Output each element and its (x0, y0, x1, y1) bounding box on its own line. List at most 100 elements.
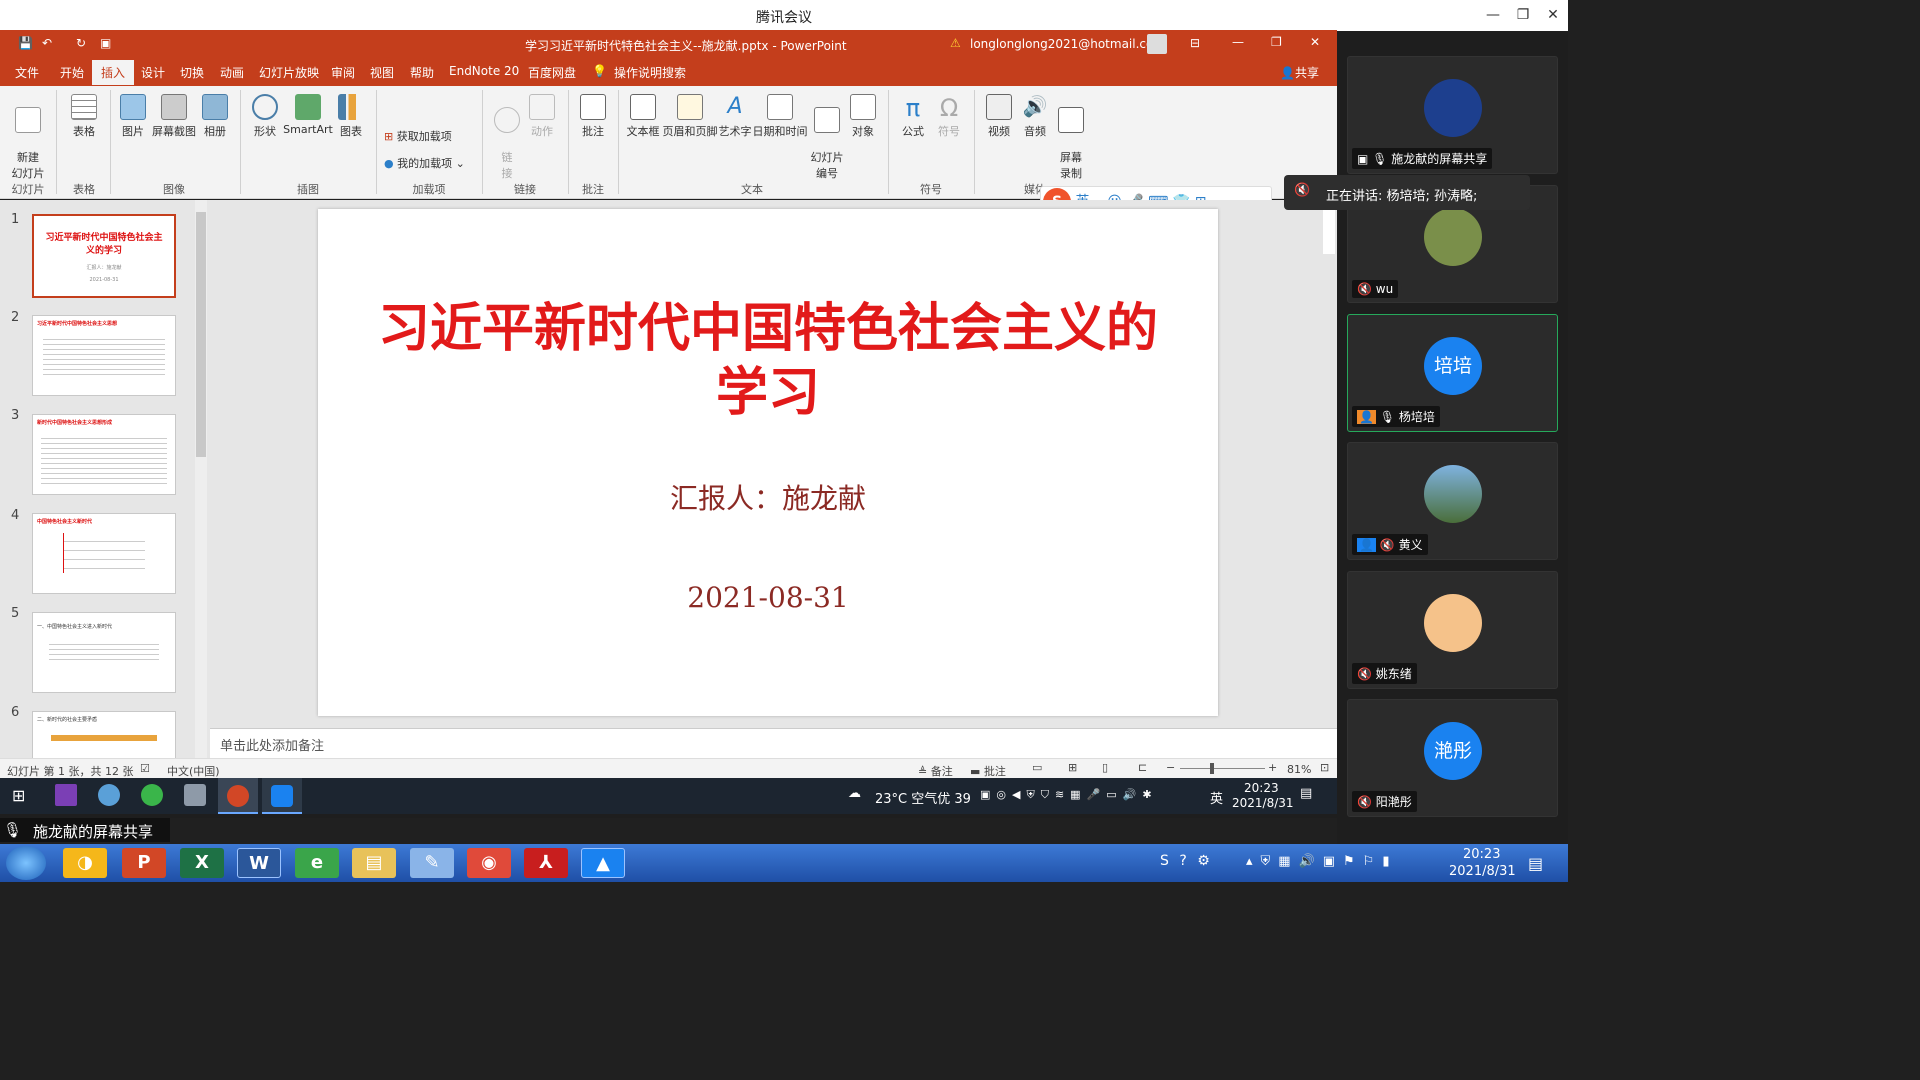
thumbnail-1[interactable]: 习近平新时代中国特色社会主义的学习 汇报人：施龙献 2021-08-31 (32, 214, 176, 298)
new-slide-button[interactable]: 新建 幻灯片 (6, 94, 50, 181)
picture-button[interactable]: 图片 (116, 94, 150, 139)
thumbnail-3[interactable]: 新时代中国特色社会主义思想形成 (32, 414, 176, 495)
current-slide[interactable]: 习近平新时代中国特色社会主义的学习 汇报人：施龙献 2021-08-31 (318, 209, 1218, 716)
smartart-button[interactable]: SmartArt (282, 94, 334, 136)
shapes-button[interactable]: 形状 (248, 94, 282, 139)
restore-button[interactable]: ❐ (1511, 4, 1535, 26)
header-footer-button[interactable]: 页眉和页脚 (662, 94, 718, 139)
action-button[interactable]: 动作 (526, 94, 558, 139)
notes-toggle[interactable]: ≜ 备注 (918, 763, 953, 779)
save-icon[interactable]: 💾 (18, 36, 33, 50)
object-button[interactable]: 对象 (846, 94, 880, 139)
start-show-icon[interactable]: ▣ (100, 36, 111, 50)
thumbnail-scrollbar[interactable] (195, 200, 207, 758)
powerpoint-icon[interactable]: P (122, 848, 166, 878)
close-button[interactable]: ✕ (1541, 4, 1565, 26)
notes-pane[interactable]: 单击此处添加备注 (210, 728, 1337, 758)
tab-review[interactable]: 审阅 (331, 64, 355, 81)
app-icon[interactable]: ◑ (63, 848, 107, 878)
host-clock-date[interactable]: 2021/8/31 (1449, 864, 1516, 879)
my-addins-button[interactable]: ● 我的加载项 ⌄ (384, 155, 465, 171)
word-icon[interactable]: W (237, 848, 281, 878)
powerpoint-taskbar-button[interactable] (218, 778, 258, 814)
account-avatar[interactable] (1147, 34, 1167, 54)
tell-me-search[interactable]: 操作说明搜索 (614, 64, 686, 81)
app-icon[interactable] (98, 784, 120, 806)
screen-record-button[interactable]: 屏幕 录制 (1054, 94, 1088, 181)
guest-clock-date[interactable]: 2021/8/31 (1232, 796, 1294, 810)
spellcheck-icon[interactable]: ☑ (140, 762, 150, 775)
meeting-taskbar-button[interactable] (262, 778, 302, 814)
onenote-icon[interactable] (55, 784, 77, 806)
participant-tile[interactable]: 滟彤 🔇 阳滟彤 (1347, 699, 1558, 817)
chrome-icon[interactable]: ◉ (467, 848, 511, 878)
chart-button[interactable]: 图表 (334, 94, 368, 139)
zoom-out-icon[interactable]: − (1166, 761, 1175, 774)
album-button[interactable]: 相册 (198, 94, 232, 139)
ppt-close-icon[interactable]: ✕ (1310, 35, 1320, 49)
textbox-button[interactable]: 文本框 (624, 94, 662, 139)
host-tray-icons[interactable]: S ? ⚙ (1160, 853, 1213, 869)
weather-text[interactable]: 23°C 空气优 39 (875, 788, 971, 807)
ppt-restore-icon[interactable]: ❐ (1271, 35, 1282, 49)
tab-animations[interactable]: 动画 (220, 64, 244, 81)
get-addins-button[interactable]: ⊞ 获取加载项 (384, 128, 452, 144)
thumbnail-5[interactable]: 一、中国特色社会主义进入新时代 (32, 612, 176, 693)
datetime-button[interactable]: 日期和时间 (752, 94, 808, 139)
zoom-slider[interactable] (1180, 768, 1265, 769)
windows7-start-button[interactable] (6, 846, 46, 880)
windows-start-icon[interactable]: ⊞ (12, 786, 25, 805)
meeting-icon[interactable]: ▲ (581, 848, 625, 878)
account-email[interactable]: longlonglong2021@hotmail.com (970, 37, 1165, 51)
undo-icon[interactable]: ↶ (42, 36, 52, 50)
thumbnail-4[interactable]: 中国特色社会主义新时代 (32, 513, 176, 594)
folder-icon[interactable]: ▤ (352, 848, 396, 878)
screenshot-button[interactable]: 屏幕截图 (150, 94, 198, 139)
tab-insert[interactable]: 插入 (92, 60, 135, 85)
comment-button[interactable]: 批注 (576, 94, 610, 139)
wordart-button[interactable]: A 艺术字 (718, 94, 752, 139)
minimize-button[interactable]: — (1481, 4, 1505, 26)
table-button[interactable]: 表格 (64, 94, 104, 139)
participant-tile[interactable]: ▣ 🎙 施龙献的屏幕共享 (1347, 56, 1558, 174)
thumbnail-6[interactable]: 二、新时代的社会主要矛盾 (32, 711, 176, 758)
thumbnail-2[interactable]: 习近平新时代中国特色社会主义思想 (32, 315, 176, 396)
paint-icon[interactable]: ✎ (410, 848, 454, 878)
sorter-view-icon[interactable]: ⊞ (1068, 761, 1077, 774)
tab-transitions[interactable]: 切换 (180, 64, 204, 81)
host-clock-time[interactable]: 20:23 (1463, 847, 1500, 862)
tab-file[interactable]: 文件 (15, 64, 39, 81)
tab-help[interactable]: 帮助 (410, 64, 434, 81)
participant-tile[interactable]: 🔇 姚东绪 (1347, 571, 1558, 689)
host-system-tray[interactable]: ▴⛨▦🔊▣⚑⚐▮ (1246, 854, 1398, 869)
canvas-scrollbar-thumb[interactable] (1323, 210, 1335, 254)
participant-tile[interactable]: 培培 👤 🎙 杨培培 (1347, 314, 1558, 432)
tab-endnote[interactable]: EndNote 20 (449, 64, 519, 78)
slideshow-view-icon[interactable]: ⊏ (1138, 761, 1147, 774)
comments-toggle[interactable]: ▬ 批注 (970, 763, 1006, 779)
symbol-button[interactable]: Ω 符号 (932, 94, 966, 139)
action-center-icon[interactable]: ▤ (1528, 854, 1543, 873)
guest-clock-time[interactable]: 20:23 (1244, 781, 1279, 795)
tray-icons[interactable]: ▣◎◀⛨⛉≋▦🎤▭🔊✱ (980, 788, 1158, 802)
ribbon-display-icon[interactable]: ⊟ (1190, 36, 1200, 50)
zoom-level[interactable]: 81% (1287, 763, 1311, 776)
tab-home[interactable]: 开始 (60, 64, 84, 81)
video-button[interactable]: 视频 (982, 94, 1016, 139)
zoom-in-icon[interactable]: + (1268, 761, 1277, 774)
equation-button[interactable]: π 公式 (896, 94, 930, 139)
reading-view-icon[interactable]: ▯ (1102, 761, 1108, 774)
language-label[interactable]: 中文(中国) (167, 763, 220, 779)
notifications-icon[interactable]: ▤ (1300, 786, 1312, 801)
tab-view[interactable]: 视图 (370, 64, 394, 81)
browser-icon[interactable]: e (295, 848, 339, 878)
ime-indicator[interactable]: 英 (1210, 788, 1223, 807)
tool-icon[interactable] (184, 784, 206, 806)
zoom-slider-thumb[interactable] (1210, 763, 1214, 774)
ppt-minimize-icon[interactable]: — (1232, 35, 1244, 49)
participant-tile[interactable]: 👤 🔇 黄义 (1347, 442, 1558, 560)
share-button[interactable]: 👤共享 (1280, 64, 1319, 81)
normal-view-icon[interactable]: ▭ (1032, 761, 1042, 774)
tab-baidu[interactable]: 百度网盘 (528, 64, 576, 81)
excel-icon[interactable]: X (180, 848, 224, 878)
